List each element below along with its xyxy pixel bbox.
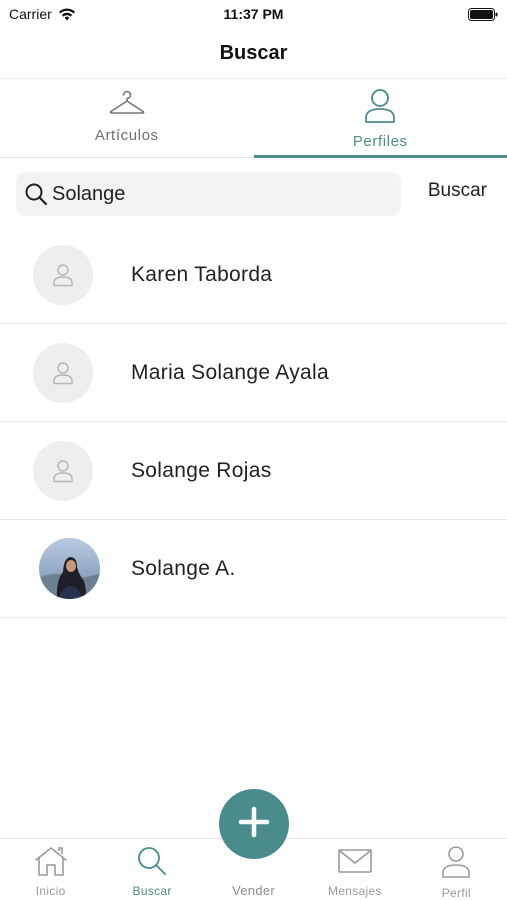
search-row: Buscar [0,172,507,218]
search-input[interactable] [52,182,372,206]
user-placeholder-icon [53,263,73,286]
results-list: Karen Taborda Maria Solange Ayala Solang… [0,226,507,618]
avatar [33,342,93,403]
profile-name: Solange Rojas [131,458,272,482]
status-bar: Carrier 11:37 PM [0,0,507,30]
search-icon [136,845,168,882]
list-item[interactable]: Maria Solange Ayala [0,324,507,422]
tab-bar-perfil-label: Perfil [441,886,471,900]
sell-button[interactable] [219,789,289,859]
user-placeholder-icon [53,459,73,482]
avatar-photo [39,538,100,599]
avatar [33,244,93,305]
person-icon [440,845,472,884]
tab-perfiles[interactable]: Perfiles [253,80,507,158]
battery-icon [468,8,498,21]
nav-header: Buscar [0,30,507,79]
tab-bar-buscar[interactable]: Buscar [101,839,202,900]
plus-icon [237,805,271,844]
profile-name: Maria Solange Ayala [131,360,329,384]
home-icon [33,845,69,882]
tab-bar-inicio-label: Inicio [35,884,66,898]
clock: 11:37 PM [223,6,284,22]
screen: Carrier 11:37 PM Buscar Artículos Perfil… [0,0,507,900]
list-item[interactable]: Karen Taborda [0,226,507,324]
tab-bar-buscar-label: Buscar [132,884,172,898]
segment-tabs: Artículos Perfiles [0,80,507,158]
tab-bar-inicio[interactable]: Inicio [0,839,101,900]
tab-articulos-label: Artículos [94,127,159,144]
search-field[interactable] [16,172,401,216]
active-tab-indicator [253,155,507,158]
tab-bar-vender-label: Vender [232,883,276,898]
tab-bar-perfil[interactable]: Perfil [406,839,507,900]
tab-bar-mensajes-label: Mensajes [328,884,382,898]
page-title: Buscar [219,42,288,64]
hanger-icon [108,88,146,123]
tab-bar-mensajes[interactable]: Mensajes [304,839,405,900]
profile-name: Solange A. [131,556,236,580]
envelope-icon [337,845,373,882]
tab-articulos[interactable]: Artículos [0,80,254,157]
user-placeholder-icon [53,361,73,384]
profile-name: Karen Taborda [131,262,273,286]
search-icon [24,182,48,206]
person-icon [363,88,397,129]
list-item[interactable]: Solange A. [0,520,507,618]
list-item[interactable]: Solange Rojas [0,422,507,520]
tab-perfiles-label: Perfiles [352,133,408,150]
avatar [33,440,93,501]
search-button[interactable]: Buscar [428,180,487,202]
